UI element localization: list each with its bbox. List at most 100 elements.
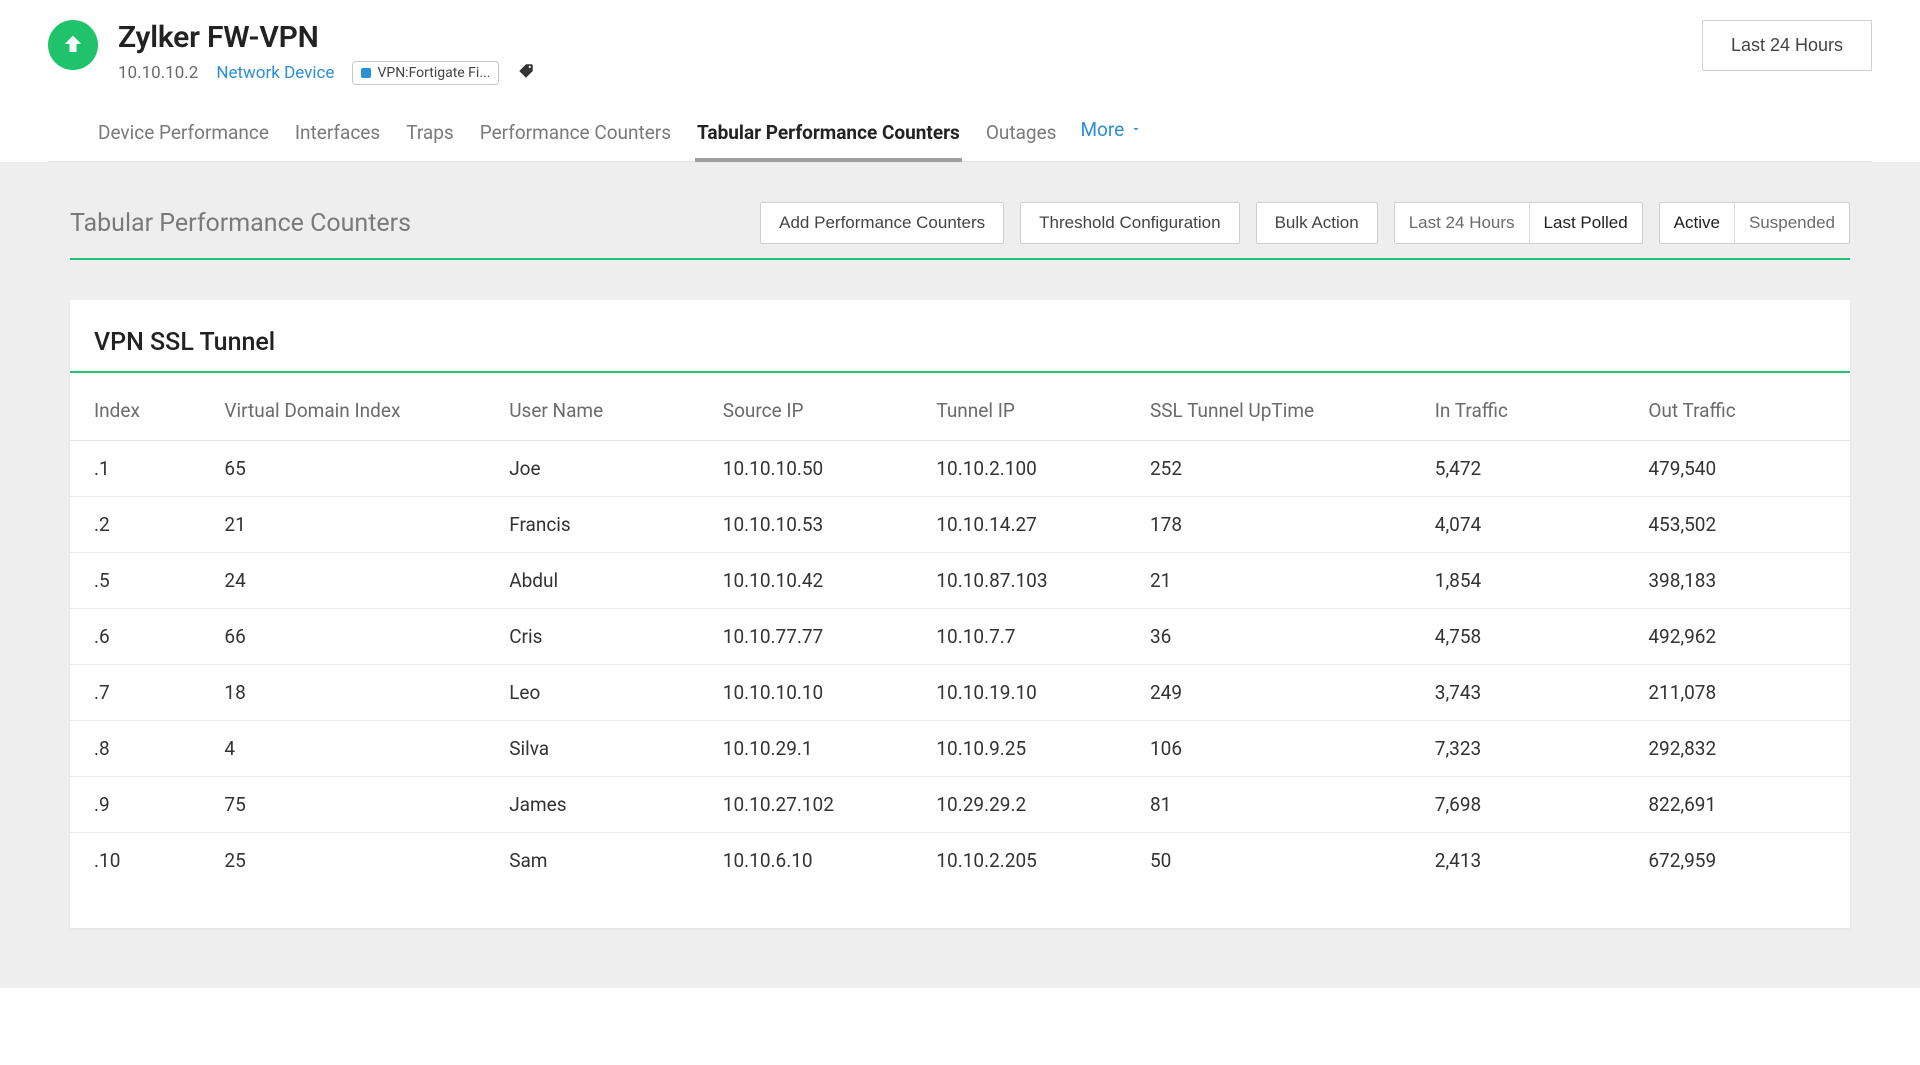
cell-virtual-domain-index[interactable]: 24 (212, 553, 497, 609)
col-tunnel-ip[interactable]: Tunnel IP (924, 381, 1138, 441)
cell-user-name: Silva (497, 721, 711, 777)
chevron-down-icon (1130, 123, 1142, 135)
table-header-row: Index Virtual Domain Index User Name Sou… (70, 381, 1850, 441)
cell-virtual-domain-index[interactable]: 66 (212, 609, 497, 665)
cell-out-traffic[interactable]: 453,502 (1636, 497, 1850, 553)
tab-bar: Device Performance Interfaces Traps Perf… (48, 111, 1872, 162)
table-row: .1025Sam10.10.6.1010.10.2.205502,413672,… (70, 833, 1850, 889)
tab-interfaces[interactable]: Interfaces (293, 111, 382, 162)
vpn-tag-chip[interactable]: VPN:Fortigate Fi... (352, 61, 499, 85)
cell-index: .9 (70, 777, 212, 833)
tag-chip-label: VPN:Fortigate Fi... (377, 65, 490, 81)
col-source-ip[interactable]: Source IP (711, 381, 925, 441)
cell-out-traffic[interactable]: 672,959 (1636, 833, 1850, 889)
col-in-traffic[interactable]: In Traffic (1423, 381, 1637, 441)
cell-index: .8 (70, 721, 212, 777)
cell-source-ip: 10.10.10.50 (711, 441, 925, 497)
table-row: .165Joe10.10.10.5010.10.2.1002525,472479… (70, 441, 1850, 497)
table-row: .221Francis10.10.10.5310.10.14.271784,07… (70, 497, 1850, 553)
cell-virtual-domain-index[interactable]: 65 (212, 441, 497, 497)
cell-out-traffic[interactable]: 492,962 (1636, 609, 1850, 665)
cell-tunnel-ip: 10.10.2.100 (924, 441, 1138, 497)
toggle-active[interactable]: Active (1660, 203, 1734, 243)
cell-out-traffic[interactable]: 822,691 (1636, 777, 1850, 833)
cell-user-name: Sam (497, 833, 711, 889)
col-virtual-domain-index[interactable]: Virtual Domain Index (212, 381, 497, 441)
card-title: VPN SSL Tunnel (94, 328, 1826, 357)
cell-virtual-domain-index[interactable]: 21 (212, 497, 497, 553)
status-up-icon (48, 20, 98, 70)
more-tabs-dropdown[interactable]: More (1080, 118, 1142, 155)
cell-tunnel-ip: 10.10.2.205 (924, 833, 1138, 889)
cell-in-traffic[interactable]: 4,074 (1423, 497, 1637, 553)
section-title: Tabular Performance Counters (70, 209, 744, 238)
col-out-traffic[interactable]: Out Traffic (1636, 381, 1850, 441)
cell-uptime[interactable]: 252 (1138, 441, 1423, 497)
cell-source-ip: 10.10.27.102 (711, 777, 925, 833)
cell-in-traffic[interactable]: 5,472 (1423, 441, 1637, 497)
time-toggle-group: Last 24 Hours Last Polled (1394, 202, 1643, 244)
cell-uptime[interactable]: 21 (1138, 553, 1423, 609)
cell-uptime[interactable]: 249 (1138, 665, 1423, 721)
cell-uptime[interactable]: 178 (1138, 497, 1423, 553)
tab-tabular-performance-counters[interactable]: Tabular Performance Counters (695, 111, 962, 162)
cell-index: .10 (70, 833, 212, 889)
col-user-name[interactable]: User Name (497, 381, 711, 441)
cell-tunnel-ip: 10.10.14.27 (924, 497, 1138, 553)
cell-in-traffic[interactable]: 4,758 (1423, 609, 1637, 665)
toggle-last-24-hours[interactable]: Last 24 Hours (1395, 203, 1529, 243)
tag-icon[interactable] (517, 62, 535, 84)
device-title: Zylker FW-VPN (118, 20, 1682, 55)
time-range-button[interactable]: Last 24 Hours (1702, 20, 1872, 71)
vpn-ssl-tunnel-card: VPN SSL Tunnel Index Virtual Domain Inde… (70, 300, 1850, 928)
cell-tunnel-ip: 10.29.29.2 (924, 777, 1138, 833)
cell-out-traffic[interactable]: 211,078 (1636, 665, 1850, 721)
state-toggle-group: Active Suspended (1659, 202, 1850, 244)
cell-out-traffic[interactable]: 479,540 (1636, 441, 1850, 497)
cell-user-name: Joe (497, 441, 711, 497)
cell-in-traffic[interactable]: 2,413 (1423, 833, 1637, 889)
cell-in-traffic[interactable]: 7,323 (1423, 721, 1637, 777)
cell-in-traffic[interactable]: 7,698 (1423, 777, 1637, 833)
cell-uptime[interactable]: 50 (1138, 833, 1423, 889)
tab-performance-counters[interactable]: Performance Counters (478, 111, 673, 162)
cell-source-ip: 10.10.10.53 (711, 497, 925, 553)
cell-user-name: James (497, 777, 711, 833)
col-ssl-tunnel-uptime[interactable]: SSL Tunnel UpTime (1138, 381, 1423, 441)
cell-in-traffic[interactable]: 1,854 (1423, 553, 1637, 609)
network-device-link[interactable]: Network Device (216, 63, 334, 83)
cell-index: .2 (70, 497, 212, 553)
cell-tunnel-ip: 10.10.7.7 (924, 609, 1138, 665)
bulk-action-button[interactable]: Bulk Action (1256, 202, 1378, 244)
cell-virtual-domain-index[interactable]: 75 (212, 777, 497, 833)
cell-virtual-domain-index[interactable]: 25 (212, 833, 497, 889)
cell-in-traffic[interactable]: 3,743 (1423, 665, 1637, 721)
tab-traps[interactable]: Traps (404, 111, 456, 162)
cell-out-traffic[interactable]: 292,832 (1636, 721, 1850, 777)
cell-user-name: Francis (497, 497, 711, 553)
cell-index: .1 (70, 441, 212, 497)
cell-tunnel-ip: 10.10.9.25 (924, 721, 1138, 777)
threshold-configuration-button[interactable]: Threshold Configuration (1020, 202, 1239, 244)
toggle-suspended[interactable]: Suspended (1734, 203, 1849, 243)
cell-source-ip: 10.10.29.1 (711, 721, 925, 777)
tag-color-dot (361, 68, 371, 78)
tab-device-performance[interactable]: Device Performance (96, 111, 271, 162)
cell-index: .7 (70, 665, 212, 721)
cell-index: .6 (70, 609, 212, 665)
table-row: .718Leo10.10.10.1010.10.19.102493,743211… (70, 665, 1850, 721)
cell-index: .5 (70, 553, 212, 609)
cell-uptime[interactable]: 36 (1138, 609, 1423, 665)
cell-out-traffic[interactable]: 398,183 (1636, 553, 1850, 609)
tab-outages[interactable]: Outages (984, 111, 1059, 162)
cell-virtual-domain-index[interactable]: 4 (212, 721, 497, 777)
cell-user-name: Abdul (497, 553, 711, 609)
cell-virtual-domain-index[interactable]: 18 (212, 665, 497, 721)
cell-source-ip: 10.10.77.77 (711, 609, 925, 665)
device-ip: 10.10.10.2 (118, 63, 198, 83)
cell-uptime[interactable]: 106 (1138, 721, 1423, 777)
col-index[interactable]: Index (70, 381, 212, 441)
add-performance-counters-button[interactable]: Add Performance Counters (760, 202, 1004, 244)
cell-uptime[interactable]: 81 (1138, 777, 1423, 833)
toggle-last-polled[interactable]: Last Polled (1529, 203, 1642, 243)
